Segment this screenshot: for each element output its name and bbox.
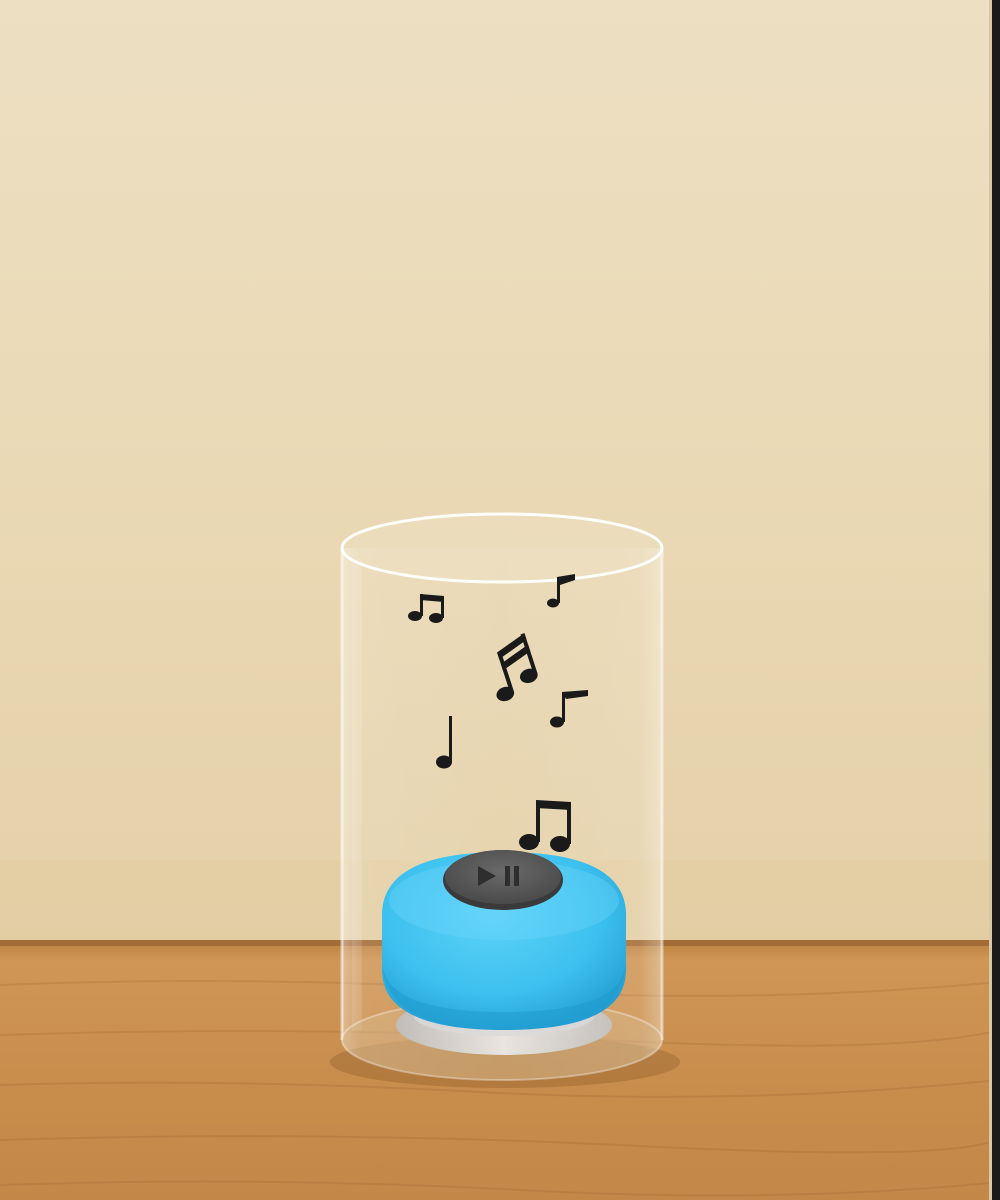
frame-edge xyxy=(992,0,1000,1200)
scene-illustration xyxy=(0,0,1000,1200)
play-pause-button[interactable] xyxy=(443,850,563,910)
scene xyxy=(0,0,1000,1200)
glass-highlight xyxy=(352,560,362,1030)
